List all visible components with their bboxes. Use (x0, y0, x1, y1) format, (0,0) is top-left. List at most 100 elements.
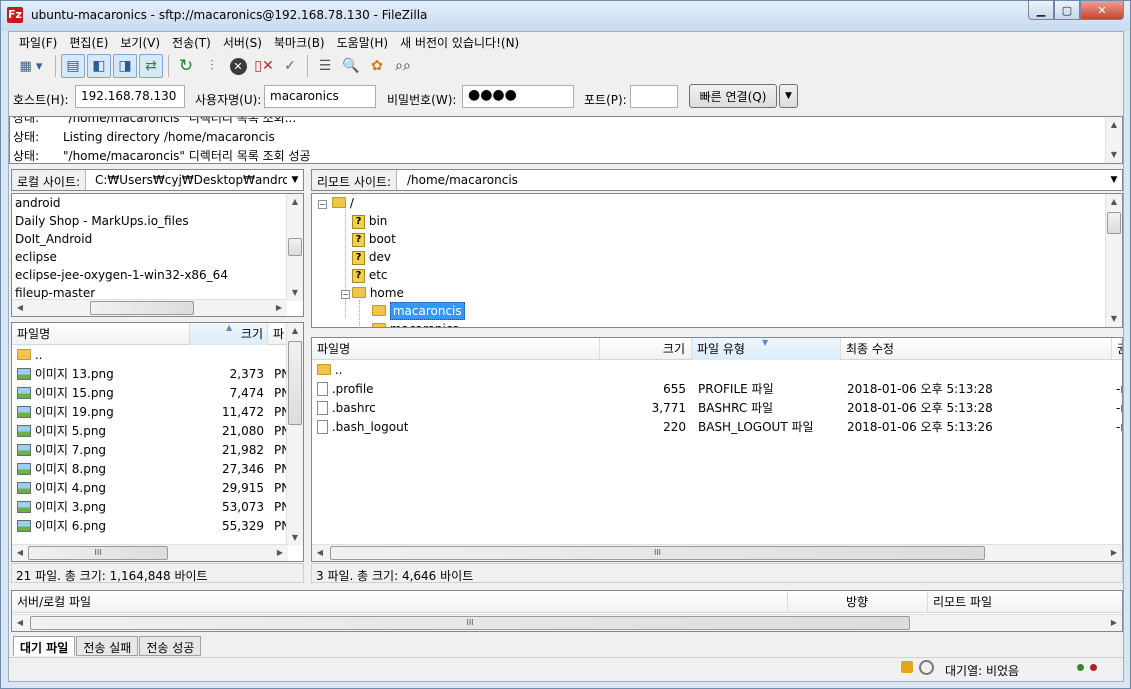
file-row[interactable]: .. (12, 346, 288, 365)
password-input[interactable]: ●●●● (462, 85, 574, 108)
site-manager-button[interactable]: ▦ ▾ (12, 54, 50, 78)
chevron-down-icon[interactable]: ▼ (287, 170, 303, 190)
local-tree-scrollbar[interactable]: ▲ ▼ (286, 194, 303, 301)
file-row[interactable]: 이미지 5.png21,080PN (12, 422, 288, 441)
column-filename[interactable]: 파일명 (12, 323, 190, 345)
process-queue-button[interactable]: ⫶ (200, 54, 224, 78)
scroll-down-icon[interactable]: ▼ (287, 285, 303, 301)
tab-successful-transfers[interactable]: 전송 성공 (139, 636, 202, 656)
scroll-thumb[interactable]: III (330, 546, 985, 560)
file-row[interactable]: .bashrc 3,771 BASHRC 파일 2018-01-06 오후 5:… (312, 399, 1122, 418)
scroll-right-icon[interactable]: ▶ (1106, 615, 1122, 631)
username-input[interactable]: macaronics (264, 85, 376, 108)
quickconnect-button[interactable]: 빠른 연결(Q) (689, 84, 777, 108)
tab-queued-files[interactable]: 대기 파일 (13, 636, 76, 656)
scroll-thumb[interactable]: III (28, 546, 168, 560)
tree-item[interactable]: DoIt_Android (12, 230, 303, 249)
toggle-remote-tree-button[interactable]: ◨ (113, 54, 137, 78)
file-row[interactable]: .. (312, 361, 1122, 380)
refresh-button[interactable]: ↻ (174, 54, 198, 78)
tab-failed-transfers[interactable]: 전송 실패 (76, 636, 139, 656)
maximize-button[interactable]: ▢ (1054, 1, 1080, 20)
column-size[interactable]: 크기 (600, 338, 692, 360)
menu-edit[interactable]: 편집(E) (63, 34, 114, 51)
column-modified[interactable]: 최종 수정 (841, 338, 1112, 360)
quickconnect-dropdown-button[interactable]: ▼ (779, 84, 798, 108)
menu-server[interactable]: 서버(S) (217, 34, 268, 51)
tree-item[interactable]: home (312, 284, 1122, 303)
remote-path-input[interactable]: /home/macaroncis (404, 170, 1104, 190)
toggle-log-button[interactable]: ▤ (61, 54, 85, 78)
tree-item[interactable]: ? bin (312, 212, 1122, 231)
scroll-thumb[interactable] (1107, 212, 1121, 234)
scroll-left-icon[interactable]: ◀ (12, 300, 28, 316)
file-row[interactable]: 이미지 15.png7,474PN (12, 384, 288, 403)
file-row[interactable]: 이미지 4.png29,915PN (12, 479, 288, 498)
chevron-down-icon[interactable]: ▼ (1106, 170, 1122, 190)
scroll-up-icon[interactable]: ▲ (287, 194, 303, 210)
file-row[interactable]: 이미지 6.png55,329PN (12, 517, 288, 536)
scroll-down-icon[interactable]: ▼ (287, 530, 303, 546)
local-list-hscrollbar[interactable]: ◀ III ▶ (12, 544, 288, 561)
scroll-right-icon[interactable]: ▶ (271, 300, 287, 316)
remote-list-hscrollbar[interactable]: ◀ III ▶ (312, 544, 1122, 561)
menu-file[interactable]: 파일(F) (13, 34, 63, 51)
toggle-queue-button[interactable]: ⇄ (139, 54, 163, 78)
column-direction[interactable]: 방향 (788, 591, 928, 613)
column-permissions[interactable]: 권 (1112, 338, 1122, 360)
local-path-input[interactable]: C:₩Users₩cyj₩Desktop₩android₩ (92, 170, 287, 190)
scroll-left-icon[interactable]: ◀ (12, 545, 28, 561)
toggle-local-tree-button[interactable]: ◧ (87, 54, 111, 78)
queue-hscrollbar[interactable]: ◀ III ▶ (12, 614, 1122, 631)
tree-item[interactable]: ? etc (312, 266, 1122, 285)
menu-help[interactable]: 도움말(H) (331, 34, 395, 51)
scroll-up-icon[interactable]: ▲ (287, 323, 303, 339)
file-row[interactable]: 이미지 3.png53,073PN (12, 498, 288, 517)
scroll-up-icon[interactable]: ▲ (1106, 194, 1122, 210)
scroll-thumb[interactable] (90, 301, 194, 315)
toggle-sync-browsing-button[interactable]: 🔍 (339, 54, 363, 78)
scroll-up-icon[interactable]: ▲ (1106, 117, 1122, 133)
tree-item[interactable]: macaronics (312, 320, 1122, 327)
column-size[interactable]: ▲ 크기 (190, 323, 268, 345)
tree-item-selected[interactable]: macaroncis (312, 302, 1122, 321)
directory-filter-button[interactable]: ☰ (313, 54, 337, 78)
minimize-button[interactable]: ▁ (1028, 1, 1054, 20)
scroll-down-icon[interactable]: ▼ (1106, 311, 1122, 327)
column-filetype[interactable]: 파일 유형 ▼ (692, 338, 841, 360)
disconnect-button[interactable]: ▯✕ (252, 54, 276, 78)
column-local-file[interactable]: 서버/로컬 파일 (12, 591, 788, 613)
menu-transfer[interactable]: 전송(T) (166, 34, 217, 51)
tree-item[interactable]: Daily Shop - MarkUps.io_files (12, 212, 303, 231)
directory-compare-button[interactable]: ✿ (365, 54, 389, 78)
file-row[interactable]: 이미지 7.png21,982PN (12, 441, 288, 460)
file-row[interactable]: 이미지 13.png2,373PN (12, 365, 288, 384)
menu-bookmarks[interactable]: 북마크(B) (268, 34, 331, 51)
tree-item[interactable]: eclipse-jee-oxygen-1-win32-x86_64 (12, 266, 303, 285)
scroll-thumb[interactable] (288, 341, 302, 425)
scroll-left-icon[interactable]: ◀ (12, 615, 28, 631)
scroll-left-icon[interactable]: ◀ (312, 545, 328, 561)
scroll-thumb[interactable]: III (30, 616, 910, 630)
close-button[interactable]: ✕ (1080, 1, 1124, 20)
host-input[interactable]: 192.168.78.130 (75, 85, 185, 108)
tree-item[interactable]: ? boot (312, 230, 1122, 249)
menu-view[interactable]: 보기(V) (114, 34, 166, 51)
menu-new-version[interactable]: 새 버전이 있습니다!(N) (394, 34, 525, 51)
remote-tree-scrollbar[interactable]: ▲ ▼ (1105, 194, 1122, 327)
search-remote-button[interactable]: ⌕⌕ (391, 54, 415, 78)
local-tree-hscrollbar[interactable]: ◀ ▶ (12, 299, 287, 316)
column-remote-file[interactable]: 리모트 파일 (928, 591, 1122, 613)
port-input[interactable] (630, 85, 678, 108)
log-scrollbar[interactable]: ▲ ▼ (1105, 117, 1122, 163)
file-row[interactable]: .profile 655 PROFILE 파일 2018-01-06 오후 5:… (312, 380, 1122, 399)
file-row[interactable]: 이미지 8.png27,346PN (12, 460, 288, 479)
column-filename[interactable]: 파일명 (312, 338, 600, 360)
speed-limit-icon[interactable] (919, 660, 934, 675)
cancel-operation-button[interactable]: ✕ (226, 54, 250, 78)
tree-item[interactable]: eclipse (12, 248, 303, 267)
local-list-scrollbar[interactable]: ▲ ▼ (286, 323, 303, 546)
tree-item[interactable]: ? dev (312, 248, 1122, 267)
scroll-thumb[interactable] (288, 238, 302, 256)
file-row[interactable]: 이미지 19.png11,472PN (12, 403, 288, 422)
